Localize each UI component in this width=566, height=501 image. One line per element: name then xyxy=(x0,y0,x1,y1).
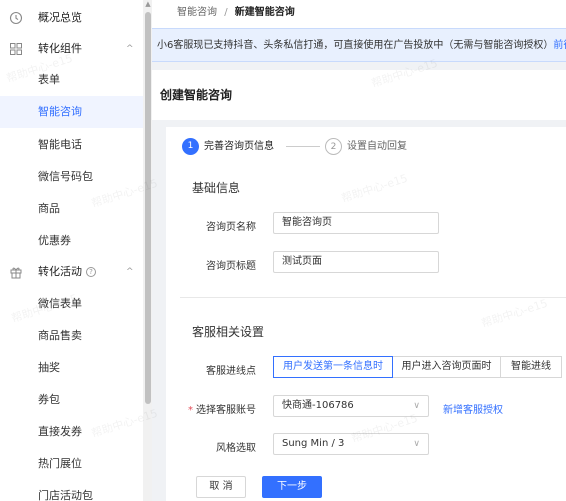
entry-option-enter-page[interactable]: 用户进入咨询页面时 xyxy=(392,356,501,378)
page-title: 创建智能咨询 xyxy=(152,70,566,120)
notice-link[interactable]: 前往 xyxy=(553,40,566,51)
breadcrumb-current: 新建智能咨询 xyxy=(234,7,295,18)
step-connector xyxy=(286,146,320,147)
gift-icon xyxy=(10,267,22,279)
step-1-label: 完善咨询页信息 xyxy=(204,141,274,152)
next-button[interactable]: 下一步 xyxy=(262,476,322,498)
sidebar-item-lottery[interactable]: 抽奖 xyxy=(0,352,143,384)
sidebar-item-label: 微信号码包 xyxy=(38,170,93,183)
section-title-basic: 基础信息 xyxy=(192,181,241,195)
page-title-label: 咨询页标题 xyxy=(206,261,256,272)
entry-option-smart[interactable]: 智能进线 xyxy=(500,356,562,378)
breadcrumb-separator: / xyxy=(224,7,228,18)
sidebar-item-smart-consult[interactable]: 智能咨询 xyxy=(0,96,143,128)
sidebar-item-coupon[interactable]: 优惠券 xyxy=(0,225,143,257)
sidebar-item-label: 门店活动包 xyxy=(38,489,93,501)
sidebar-item-label: 概况总览 xyxy=(38,11,82,24)
chevron-up-icon: ^ xyxy=(126,267,134,277)
help-icon[interactable]: ? xyxy=(86,267,96,277)
entry-label: 客服进线点 xyxy=(206,366,256,377)
name-input[interactable]: 智能咨询页 xyxy=(273,212,439,234)
account-label: * 选择客服账号 xyxy=(188,405,256,416)
scrollbar-thumb[interactable] xyxy=(145,12,151,404)
page-title-input[interactable]: 测试页面 xyxy=(273,251,439,273)
scroll-up-arrow-icon[interactable]: ▲ xyxy=(145,0,151,8)
sidebar-item-label: 抽奖 xyxy=(38,361,60,374)
style-label: 风格选取 xyxy=(216,443,256,454)
breadcrumb-parent[interactable]: 智能咨询 xyxy=(177,7,217,18)
main-content: 智能咨询 / 新建智能咨询 小6客服现已支持抖音、头条私信打通，可直接使用在广告… xyxy=(152,0,566,501)
sidebar-item-label: 直接发券 xyxy=(38,425,82,438)
notice-banner: 小6客服现已支持抖音、头条私信打通，可直接使用在广告投放中（无需与智能咨询授权）… xyxy=(152,28,566,62)
grid-icon xyxy=(10,43,22,55)
clock-icon xyxy=(9,11,23,25)
entry-option-first-message[interactable]: 用户发送第一条信息时 xyxy=(273,356,393,378)
sidebar-item-label: 商品 xyxy=(38,202,60,215)
step-1-number: 1 xyxy=(182,138,199,155)
sidebar-item-label: 商品售卖 xyxy=(38,329,82,342)
chevron-down-icon: ∨ xyxy=(413,439,420,449)
sidebar-item-label: 热门展位 xyxy=(38,457,82,470)
step-2-label: 设置自动回复 xyxy=(347,141,407,152)
sidebar-item-coupon-pack[interactable]: 券包 xyxy=(0,384,143,416)
sidebar-item-label: 智能电话 xyxy=(38,138,82,151)
sidebar-item-label: 券包 xyxy=(38,393,60,406)
sidebar-item-store-pack[interactable]: 门店活动包 xyxy=(0,480,143,501)
style-select-value: Sung Min / 3 xyxy=(282,438,345,449)
sidebar-item-label: 优惠券 xyxy=(38,234,71,247)
sidebar-item-hot-booth[interactable]: 热门展位 xyxy=(0,448,143,480)
sidebar-item-label: 智能咨询 xyxy=(38,105,82,118)
divider xyxy=(180,297,566,298)
chevron-up-icon: ^ xyxy=(126,44,134,54)
required-mark: * xyxy=(188,405,193,416)
account-select-value: 快商通-106786 xyxy=(282,400,354,411)
notice-text: 小6客服现已支持抖音、头条私信打通，可直接使用在广告投放中（无需与智能咨询授权） xyxy=(157,40,554,51)
section-title-service: 客服相关设置 xyxy=(192,325,265,339)
name-label: 咨询页名称 xyxy=(206,222,256,233)
sidebar-item-smart-phone[interactable]: 智能电话 xyxy=(0,129,143,161)
sidebar-item-conversion-activities[interactable]: 转化活动? ^ xyxy=(0,256,143,288)
breadcrumb: 智能咨询 / 新建智能咨询 xyxy=(152,0,566,28)
sidebar-item-overview[interactable]: 概况总览 xyxy=(0,2,143,34)
step-2-number: 2 xyxy=(325,138,342,155)
cancel-button[interactable]: 取 消 xyxy=(196,476,246,498)
sidebar-item-label: 转化活动? xyxy=(38,256,96,288)
sidebar-item-product-sale[interactable]: 商品售卖 xyxy=(0,320,143,352)
add-service-auth-link[interactable]: 新增客服授权 xyxy=(443,401,503,416)
